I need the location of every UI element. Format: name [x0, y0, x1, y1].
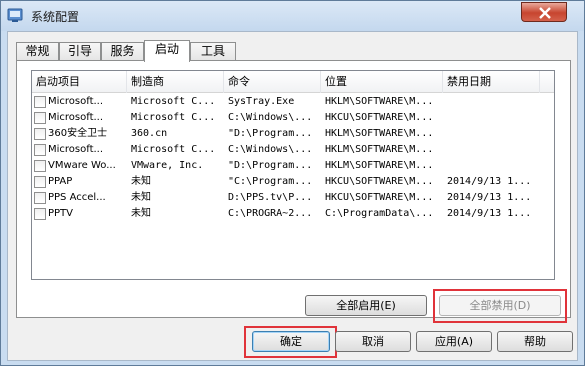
list-cell-command: SysTray.Exe — [228, 96, 295, 107]
column-header-command[interactable]: 命令 — [224, 71, 321, 93]
close-icon — [539, 7, 551, 19]
list-cell-item: VMware Wo... — [48, 160, 116, 171]
tab-general[interactable]: 常规 — [16, 42, 59, 61]
tab-services[interactable]: 服务 — [101, 42, 144, 61]
column-header-manufacturer[interactable]: 制造商 — [127, 71, 224, 93]
column-header-location[interactable]: 位置 — [321, 71, 443, 93]
list-cell-location: HKLM\SOFTWARE\M... — [325, 96, 434, 107]
window-title: 系统配置 — [31, 10, 80, 24]
list-cell-location: HKCU\SOFTWARE\M... — [325, 112, 434, 123]
enable-all-button[interactable]: 全部启用(E) — [305, 295, 427, 316]
tab-label: 启动 — [154, 42, 179, 56]
list-cell-maker: 未知 — [131, 192, 151, 203]
list-cell-command: C:\Windows\... — [228, 144, 313, 155]
list-cell-disabled: 2014/9/13 1... — [447, 192, 532, 203]
list-cell-item: Microsoft... — [48, 96, 104, 107]
list-item[interactable]: Microsoft... Microsoft C... C:\Windows\...… — [32, 142, 554, 158]
list-item[interactable]: PPTV 未知 C:\PROGRA~2... C:\ProgramData\... 20… — [32, 206, 554, 222]
system-config-window: 系统配置 常规 引导 服务 启动 工具 启动项目 制造商 命令 位置 禁用日期 … — [0, 0, 585, 366]
list-cell-item: 360安全卫士 — [48, 128, 108, 139]
list-cell-item: PPAP — [48, 176, 73, 187]
list-header: 启动项目 制造商 命令 位置 禁用日期 — [32, 71, 554, 93]
apply-button[interactable]: 应用(A) — [416, 331, 492, 352]
tab-label: 服务 — [110, 44, 135, 58]
list-cell-maker: VMware, Inc. — [131, 160, 204, 171]
list-item[interactable]: Microsoft... Microsoft C... C:\Windows\...… — [32, 110, 554, 126]
list-cell-disabled — [447, 110, 551, 126]
tab-label: 常规 — [25, 44, 50, 58]
list-cell-location: C:\ProgramData\... — [325, 208, 434, 219]
tab-label: 工具 — [200, 44, 225, 58]
list-cell-disabled — [447, 126, 551, 142]
highlight-box-ok — [244, 326, 337, 358]
list-cell-item: Microsoft... — [48, 112, 104, 123]
list-cell-item: PPTV — [48, 208, 74, 219]
msconfig-icon — [7, 7, 23, 23]
column-header-disabled-date[interactable]: 禁用日期 — [443, 71, 540, 93]
list-item[interactable]: PPAP 未知 "C:\Program... HKCU\SOFTWARE\M... 20… — [32, 174, 554, 190]
list-item[interactable]: 360安全卫士 360.cn "D:\Program... HKLM\SOFTWARE… — [32, 126, 554, 142]
list-cell-location: HKCU\SOFTWARE\M... — [325, 192, 434, 203]
tab-startup[interactable]: 启动 — [144, 40, 190, 62]
list-cell-item: PPS Accel... — [48, 192, 106, 203]
tab-tools[interactable]: 工具 — [190, 42, 236, 61]
dialog-body: 常规 引导 服务 启动 工具 启动项目 制造商 命令 位置 禁用日期 Micro… — [7, 31, 578, 361]
list-cell-command: "C:\Program... — [228, 176, 313, 187]
list-cell-location: HKLM\SOFTWARE\M... — [325, 128, 434, 139]
help-button[interactable]: 帮助 — [497, 331, 573, 352]
list-item[interactable]: VMware Wo... VMware, Inc. "D:\Program... HK… — [32, 158, 554, 174]
cancel-button[interactable]: 取消 — [335, 331, 411, 352]
close-button[interactable] — [521, 2, 567, 22]
list-cell-maker: Microsoft C... — [131, 96, 216, 107]
startup-items-list[interactable]: 启动项目 制造商 命令 位置 禁用日期 Microsoft... Microsof… — [31, 70, 555, 280]
list-cell-command: "D:\Program... — [228, 160, 313, 171]
list-cell-command: C:\Windows\... — [228, 112, 313, 123]
list-cell-maker: Microsoft C... — [131, 112, 216, 123]
list-cell-location: HKLM\SOFTWARE\M... — [325, 160, 434, 171]
tab-label: 引导 — [67, 44, 92, 58]
list-cell-disabled: 2014/9/13 1... — [447, 208, 532, 219]
startup-tab-panel: 启动项目 制造商 命令 位置 禁用日期 Microsoft... Microsof… — [16, 60, 571, 323]
list-cell-command: "D:\Program... — [228, 128, 313, 139]
list-cell-location: HKCU\SOFTWARE\M... — [325, 176, 434, 187]
list-cell-location: HKLM\SOFTWARE\M... — [325, 144, 434, 155]
tab-boot[interactable]: 引导 — [59, 42, 101, 61]
list-cell-maker: 未知 — [131, 208, 151, 219]
column-header-startup-item[interactable]: 启动项目 — [32, 71, 127, 93]
list-cell-item: Microsoft... — [48, 144, 104, 155]
highlight-box-disable-all — [433, 289, 567, 323]
list-cell-disabled: 2014/9/13 1... — [447, 176, 532, 187]
list-cell-disabled — [447, 94, 551, 110]
title-bar[interactable]: 系统配置 — [1, 1, 584, 31]
list-item[interactable]: Microsoft... Microsoft C... SysTray.Exe HKL… — [32, 94, 554, 110]
list-cell-disabled — [447, 158, 551, 174]
list-cell-disabled — [447, 142, 551, 158]
list-cell-maker: Microsoft C... — [131, 144, 216, 155]
list-item[interactable]: PPS Accel... 未知 D:\PPS.tv\P... HKCU\SOFTWAR… — [32, 190, 554, 206]
list-cell-maker: 360.cn — [131, 128, 168, 139]
list-cell-maker: 未知 — [131, 176, 151, 187]
list-cell-command: D:\PPS.tv\P... — [228, 192, 313, 203]
list-cell-command: C:\PROGRA~2... — [228, 208, 313, 219]
